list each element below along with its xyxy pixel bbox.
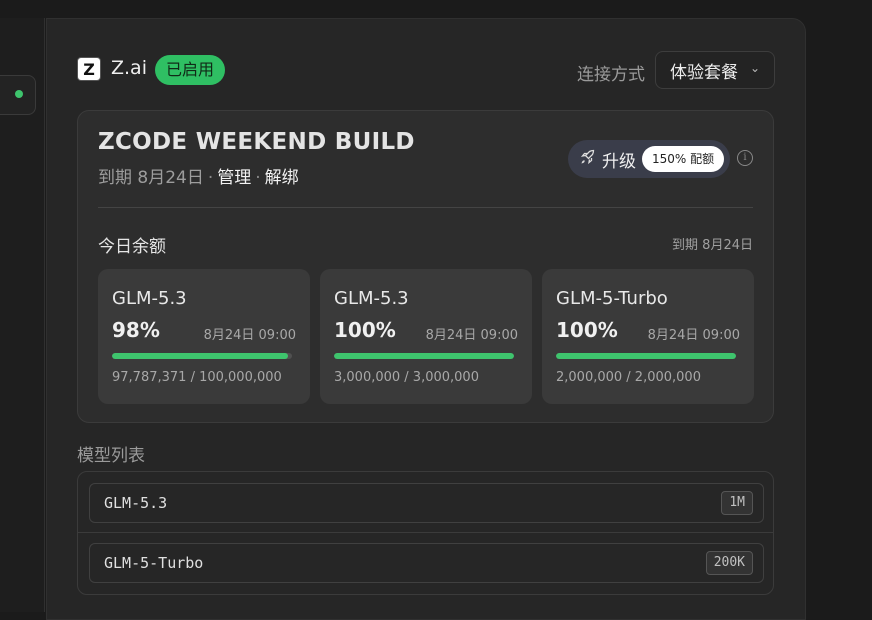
status-dot-icon [15,90,23,98]
context-size-badge: 1M [721,491,753,515]
quota-boost-pill: 150% 配额 [642,146,725,172]
quota-reset-time: 8月24日 09:00 [647,328,740,343]
unbind-link[interactable]: 解绑 [265,168,299,188]
upgrade-button[interactable]: 升级 150% 配额 [568,140,730,178]
quota-card: GLM-5-Turbo 100% 8月24日 09:00 2,000,000 /… [542,269,754,404]
model-row[interactable]: GLM-5.3 1M [89,483,764,523]
zai-logo-icon: Z [77,57,101,81]
plan-subtitle: 到期 8月24日 · 管理 · 解绑 [98,163,299,188]
quota-model-name: GLM-5-Turbo [556,288,668,309]
plan-select-value: 体验套餐 [670,62,738,83]
quota-expiry: 到期 8月24日 [672,238,753,253]
model-row[interactable]: GLM-5-Turbo 200K [89,543,764,583]
divider [98,207,753,208]
chevron-down-icon: ⌄ [749,61,760,75]
provider-header: Z Z.ai 已启用 连接方式 体验套餐 ⌄ [77,51,775,91]
model-name: GLM-5-Turbo [104,554,204,572]
quota-card: GLM-5.3 100% 8月24日 09:00 3,000,000 / 3,0… [320,269,532,404]
plan-title: ZCODE WEEKEND BUILD [98,129,415,155]
info-icon[interactable]: i [737,150,753,166]
plan-expiry: 到期 8月24日 [98,168,204,188]
quota-progress-bar [556,353,736,359]
provider-settings-panel: Z Z.ai 已启用 连接方式 体验套餐 ⌄ ZCODE WEEKEND BUI… [46,18,806,620]
connection-label: 连接方式 [577,65,645,85]
quota-percent: 100% [556,318,618,342]
provider-name: Z.ai [111,57,147,79]
separator-dot: · [207,168,214,188]
plan-select[interactable]: 体验套餐 ⌄ [655,51,775,89]
quota-model-name: GLM-5.3 [112,288,187,309]
quota-progress-fill [334,353,514,359]
quota-percent: 100% [334,318,396,342]
model-list: GLM-5.3 1M GLM-5-Turbo 200K [77,471,774,595]
divider [78,532,773,533]
upgrade-label: 升级 [602,151,636,172]
quota-reset-time: 8月24日 09:00 [203,328,296,343]
quota-progress-bar [334,353,514,359]
quota-percent: 98% [112,318,160,342]
model-name: GLM-5.3 [104,494,168,512]
quota-progress-fill [112,353,289,359]
quota-progress-fill [556,353,736,359]
plan-card: ZCODE WEEKEND BUILD 到期 8月24日 · 管理 · 解绑 升级 15… [77,110,774,423]
rocket-icon [580,149,596,169]
quota-usage: 2,000,000 / 2,000,000 [556,370,701,385]
quota-model-name: GLM-5.3 [334,288,409,309]
context-size-badge: 200K [705,551,753,575]
manage-link[interactable]: 管理 [217,168,251,188]
daily-quota-label: 今日余额 [98,237,166,257]
quota-reset-time: 8月24日 09:00 [425,328,518,343]
quota-progress-bar [112,353,292,359]
model-list-label: 模型列表 [77,446,145,466]
quota-usage: 3,000,000 / 3,000,000 [334,370,479,385]
separator-dot: · [255,168,261,188]
quota-card: GLM-5.3 98% 8月24日 09:00 97,787,371 / 100… [98,269,310,404]
status-badge: 已启用 [155,55,226,85]
quota-usage: 97,787,371 / 100,000,000 [112,370,282,385]
